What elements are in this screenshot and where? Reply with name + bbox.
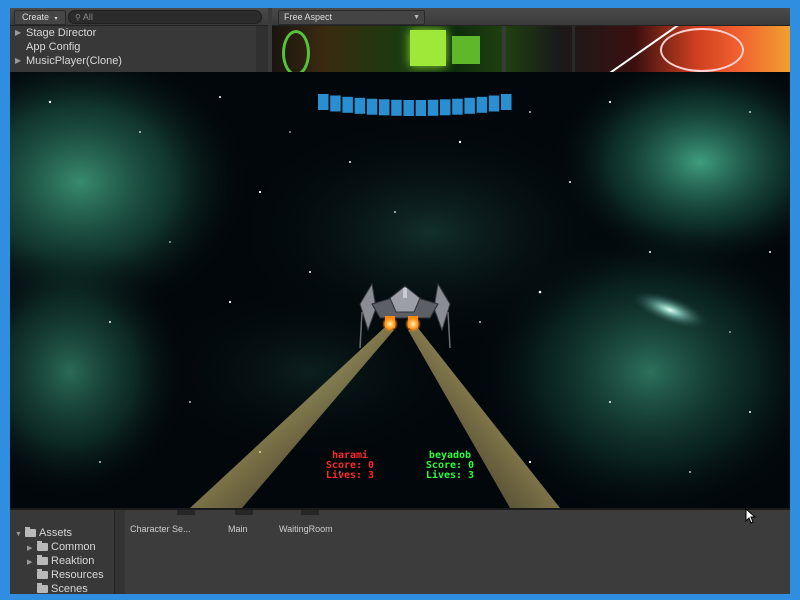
health-segment bbox=[464, 97, 475, 114]
hierarchy-scrollbar[interactable] bbox=[256, 26, 268, 72]
tree-item-scenes[interactable]: Scenes bbox=[27, 582, 88, 594]
hierarchy-item-app-config[interactable]: App Config bbox=[10, 40, 268, 54]
scene-preview-block bbox=[410, 30, 446, 66]
health-segment bbox=[427, 99, 439, 116]
health-segment bbox=[488, 95, 500, 112]
scene-file-character-select[interactable]: Character Se... bbox=[130, 524, 191, 534]
scene-file-icon bbox=[235, 510, 253, 515]
dropdown-arrow-icon: ▾ bbox=[54, 16, 58, 22]
assets-tree: ▼ Assets ▶ Common ▶ Reaktion Resources Scen… bbox=[10, 510, 115, 594]
game-view[interactable]: harami Score: 0 Lives: 3 beyadob Score: … bbox=[10, 72, 790, 508]
scene-file-list: Character Se... Main WaitingRoom bbox=[125, 510, 790, 594]
tree-item-label: Resources bbox=[51, 569, 104, 581]
collapse-arrow-icon[interactable]: ▼ bbox=[15, 528, 25, 542]
player-hud-harami: harami Score: 0 Lives: 3 bbox=[320, 451, 380, 481]
health-segment bbox=[330, 95, 341, 112]
folder-icon bbox=[37, 541, 48, 551]
health-segment bbox=[354, 97, 366, 114]
hierarchy-toolbar: Create ▾ ⚲ All bbox=[10, 8, 268, 26]
tree-item-assets[interactable]: ▼ Assets bbox=[15, 526, 72, 540]
health-segment bbox=[391, 99, 402, 116]
health-segment bbox=[452, 98, 463, 115]
health-segment bbox=[366, 98, 378, 115]
folder-icon bbox=[37, 555, 48, 565]
space-background bbox=[10, 72, 790, 508]
scene-file-main[interactable]: Main bbox=[228, 524, 248, 534]
scene-preview-block bbox=[502, 26, 506, 72]
tree-item-label: Reaktion bbox=[51, 555, 95, 567]
hierarchy-item-music-player[interactable]: ▶ MusicPlayer(Clone) bbox=[10, 54, 268, 68]
folder-icon bbox=[37, 583, 48, 593]
folder-icon bbox=[25, 527, 36, 537]
health-segment bbox=[379, 99, 390, 116]
project-panel: ▼ Assets ▶ Common ▶ Reaktion Resources Scen… bbox=[10, 508, 790, 594]
folder-icon bbox=[37, 569, 48, 579]
aspect-ratio-dropdown[interactable]: Free Aspect ▼ bbox=[278, 10, 425, 25]
player-lives: Lives: 3 bbox=[325, 470, 375, 481]
scene-preview-block bbox=[282, 30, 310, 72]
aspect-ratio-label: Free Aspect bbox=[284, 12, 333, 22]
health-bar bbox=[318, 94, 512, 116]
scene-preview-block bbox=[452, 36, 480, 64]
create-button-label: Create bbox=[22, 12, 50, 22]
hierarchy-item-label: App Config bbox=[26, 41, 81, 53]
tree-item-resources[interactable]: Resources bbox=[27, 568, 104, 582]
tree-item-label: Common bbox=[51, 541, 96, 553]
hierarchy-list: ▶ Stage Director App Config ▶ MusicPlaye… bbox=[10, 26, 268, 72]
scene-file-icon bbox=[177, 510, 195, 515]
health-segment bbox=[403, 100, 414, 116]
scene-preview-logo-ring bbox=[660, 28, 744, 72]
health-segment bbox=[342, 96, 353, 113]
hierarchy-item-stage-director[interactable]: ▶ Stage Director bbox=[10, 26, 268, 40]
hierarchy-item-label: Stage Director bbox=[26, 27, 97, 39]
health-segment bbox=[501, 94, 512, 110]
player-lives: Lives: 3 bbox=[425, 470, 475, 481]
expand-arrow-icon[interactable]: ▶ bbox=[15, 54, 21, 68]
create-button[interactable]: Create ▾ bbox=[14, 10, 66, 25]
health-segment bbox=[318, 94, 329, 110]
scene-file-icon bbox=[301, 510, 319, 515]
hierarchy-item-label: MusicPlayer(Clone) bbox=[26, 55, 122, 67]
search-icon: ⚲ bbox=[75, 13, 81, 22]
tree-item-label: Scenes bbox=[51, 583, 88, 594]
game-view-toolbar: Free Aspect ▼ bbox=[272, 8, 790, 26]
player-hud-beyadob: beyadob Score: 0 Lives: 3 bbox=[420, 451, 480, 481]
expand-arrow-icon[interactable]: ▶ bbox=[15, 26, 21, 40]
tree-item-reaktion[interactable]: ▶ Reaktion bbox=[27, 554, 94, 568]
health-segment bbox=[415, 100, 427, 116]
tree-item-common[interactable]: ▶ Common bbox=[27, 540, 96, 554]
scene-view-preview bbox=[272, 26, 790, 72]
mouse-pointer-icon bbox=[745, 508, 757, 524]
editor-top-panels: Create ▾ ⚲ All ▶ Stage Director App Conf… bbox=[10, 8, 790, 72]
health-segment bbox=[476, 96, 488, 113]
hierarchy-search-input[interactable]: ⚲ All bbox=[68, 10, 262, 24]
scene-file-waiting-room[interactable]: WaitingRoom bbox=[279, 524, 333, 534]
scene-preview-block bbox=[572, 26, 575, 72]
health-segment bbox=[440, 99, 451, 116]
tree-item-label: Assets bbox=[39, 527, 73, 539]
dropdown-arrow-icon: ▼ bbox=[413, 14, 420, 21]
search-placeholder: All bbox=[82, 12, 93, 22]
assets-tree-scrollbar[interactable] bbox=[115, 510, 125, 594]
